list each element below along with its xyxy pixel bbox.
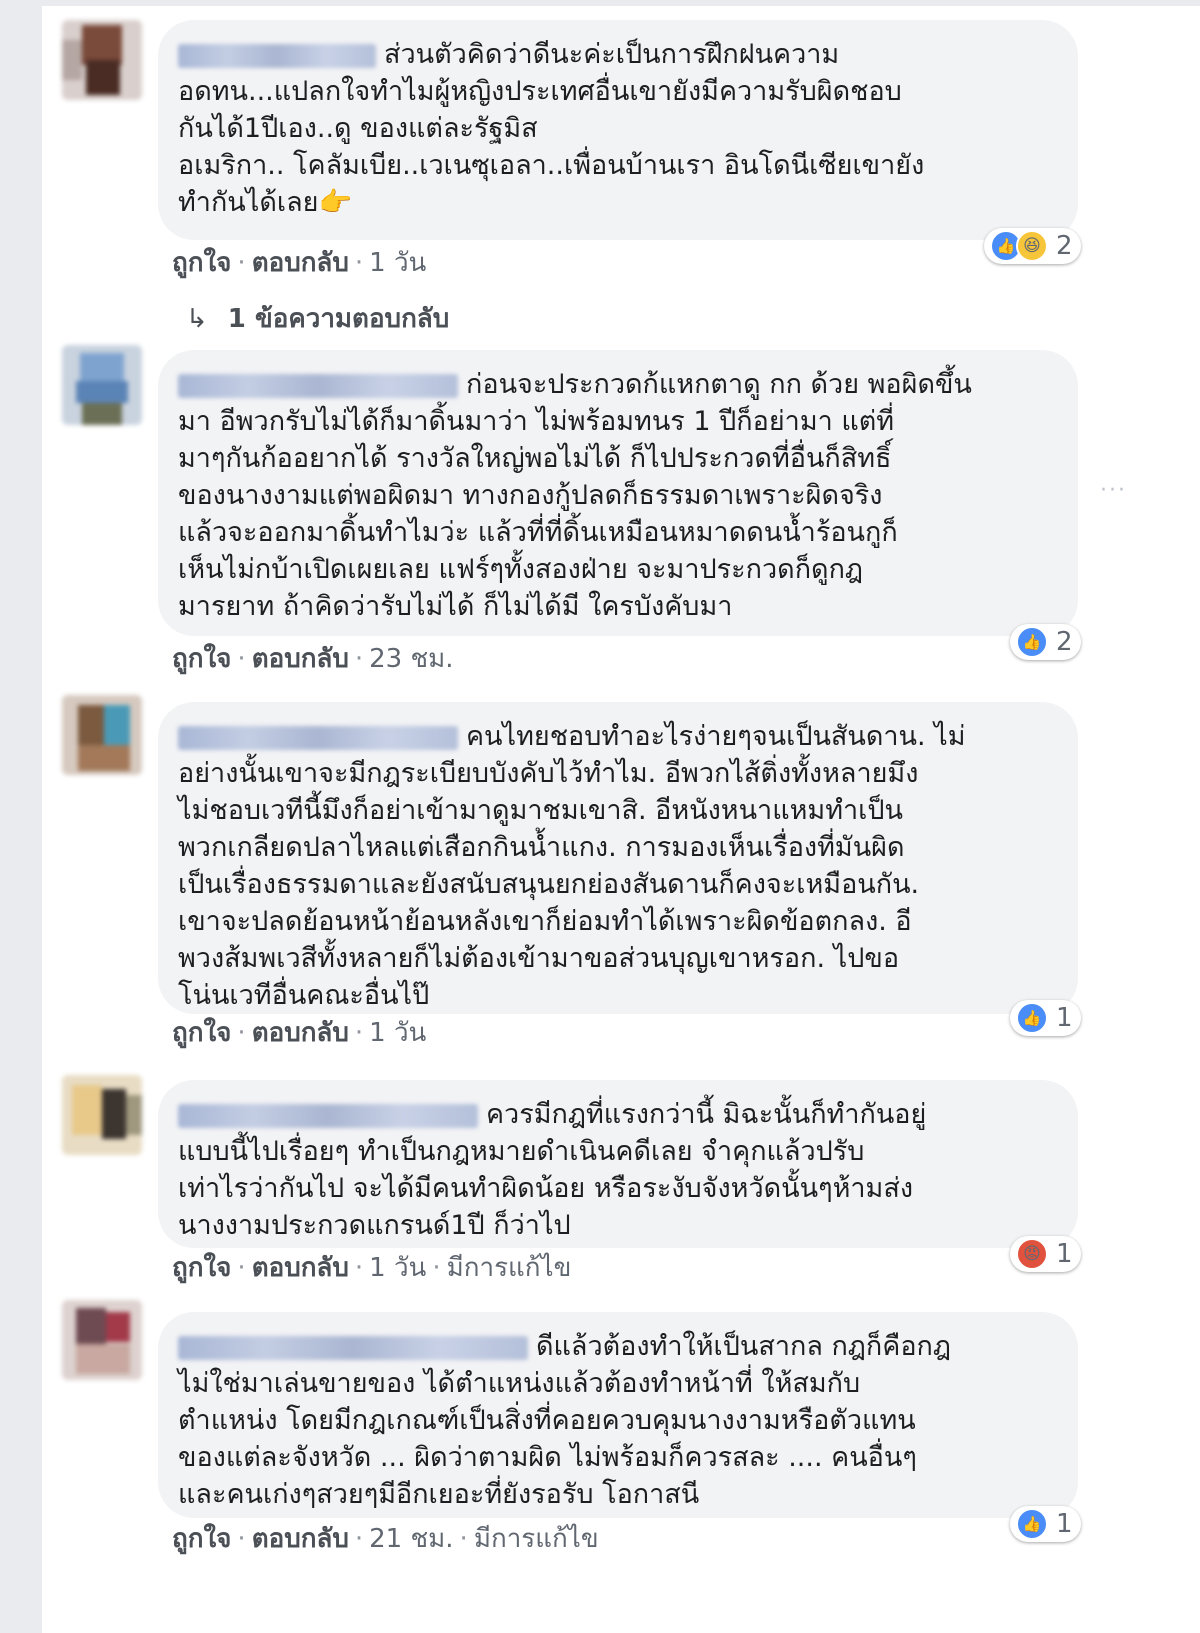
reply-arrow-icon: ↳ [186,304,208,334]
reply-link[interactable]: ตอบกลับ [252,644,349,674]
reaction-count: 1 [1056,1003,1073,1033]
reaction-count: 1 [1056,1239,1073,1269]
author-name-blurred[interactable] [178,725,458,750]
author-name-blurred[interactable] [178,373,458,398]
timestamp[interactable]: 23 ชม. [369,644,453,674]
like-icon [1016,1002,1048,1034]
comment-actions: ถูกใจ · ตอบกลับ · 1 วัน [172,248,427,278]
avatar[interactable] [62,1300,142,1380]
author-name-blurred[interactable] [178,1103,478,1128]
avatar[interactable] [62,1075,142,1155]
like-icon [1016,1508,1048,1540]
author-name-blurred[interactable] [178,43,376,68]
comment-bubble: ควรมีกฎที่แรงกว่านี้ มิฉะนั้นก็ทำกันอยู่… [158,1080,1078,1248]
like-icon [1016,626,1048,658]
reaction-summary[interactable]: 1 [1010,1506,1081,1542]
timestamp[interactable]: 1 วัน [369,1018,426,1048]
comment-actions: ถูกใจ · ตอบกลับ · 23 ชม. [172,644,454,674]
like-link[interactable]: ถูกใจ [172,1253,231,1283]
comment-text: ก่อนจะประกวดก้แหกตาดู กก ด้วย พอผิดขึ้น … [178,369,972,622]
comment-bubble: คนไทยชอบทำอะไรง่ายๆจนเป็นสันดาน. ไม่ อย่… [158,702,1078,1014]
angry-icon [1016,1238,1048,1270]
avatar[interactable] [62,20,142,100]
reaction-summary[interactable]: 2 [984,228,1081,264]
timestamp[interactable]: 1 วัน [369,248,426,278]
reaction-count: 2 [1056,627,1073,657]
comment-actions: ถูกใจ · ตอบกลับ · 1 วัน · มีการแก้ไข [172,1253,572,1283]
comment-text: คนไทยชอบทำอะไรง่ายๆจนเป็นสันดาน. ไม่ อย่… [178,721,966,1011]
reply-link[interactable]: ตอบกลับ [252,1524,349,1554]
like-link[interactable]: ถูกใจ [172,1018,231,1048]
reaction-summary[interactable]: 1 [1010,1236,1081,1272]
top-divider [42,0,1200,6]
avatar[interactable] [62,695,142,775]
edited-label[interactable]: มีการแก้ไข [474,1524,599,1554]
haha-icon [1016,230,1048,262]
timestamp[interactable]: 1 วัน [369,1253,426,1283]
author-name-blurred[interactable] [178,1335,528,1360]
reply-link[interactable]: ตอบกลับ [252,1018,349,1048]
comment-bubble: ดีแล้วต้องทำให้เป็นสากล กฎก็คือกฎ ไม่ใช่… [158,1312,1078,1518]
view-replies-link[interactable]: ↳ 1 ข้อความตอบกลับ [186,298,449,339]
more-options-icon[interactable]: ··· [1100,478,1127,503]
left-page-strip [0,0,42,1633]
timestamp[interactable]: 21 ชม. [369,1524,453,1554]
reaction-count: 2 [1056,231,1073,261]
comment-actions: ถูกใจ · ตอบกลับ · 21 ชม. · มีการแก้ไข [172,1524,599,1554]
avatar[interactable] [62,345,142,425]
reaction-summary[interactable]: 1 [1010,1000,1081,1036]
replies-label: 1 ข้อความตอบกลับ [227,304,450,334]
reply-link[interactable]: ตอบกลับ [252,248,349,278]
like-link[interactable]: ถูกใจ [172,644,231,674]
comment-actions: ถูกใจ · ตอบกลับ · 1 วัน [172,1018,427,1048]
comment-bubble: ส่วนตัวคิดว่าดีนะค่ะเป็นการฝึกฝนความ อดท… [158,20,1078,240]
edited-label[interactable]: มีการแก้ไข [447,1253,572,1283]
reaction-summary[interactable]: 2 [1010,624,1081,660]
reply-link[interactable]: ตอบกลับ [252,1253,349,1283]
comment-bubble: ก่อนจะประกวดก้แหกตาดู กก ด้วย พอผิดขึ้น … [158,350,1078,636]
like-link[interactable]: ถูกใจ [172,1524,231,1554]
like-link[interactable]: ถูกใจ [172,248,231,278]
reaction-count: 1 [1056,1509,1073,1539]
